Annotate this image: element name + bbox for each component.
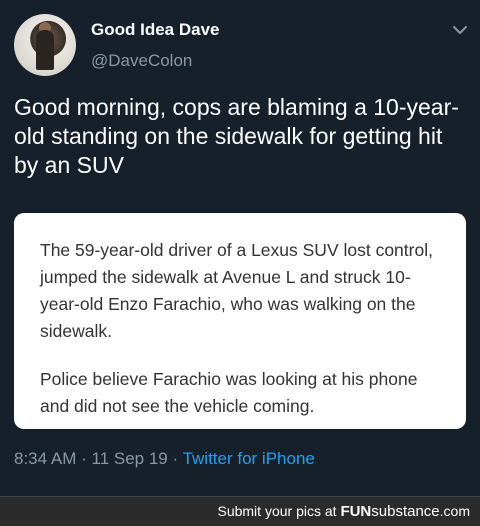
tweet-source-link[interactable]: Twitter for iPhone <box>183 449 315 468</box>
tweet-meta: 8:34 AM · 11 Sep 19 · Twitter for iPhone <box>14 449 315 469</box>
brand-fun: FUN <box>340 503 372 520</box>
meta-separator: · <box>172 449 183 468</box>
tweet-time[interactable]: 8:34 AM <box>14 449 76 468</box>
watermark-footer: Submit your pics at FUNsubstance.com <box>0 497 480 526</box>
tweet: Good Idea Dave @DaveColon Good morning, … <box>0 0 480 497</box>
submit-text: Submit your pics at <box>217 503 337 519</box>
card-paragraph-1: The 59-year-old driver of a Lexus SUV lo… <box>40 240 433 341</box>
avatar-figure <box>36 30 54 70</box>
avatar[interactable] <box>14 14 76 76</box>
author-name[interactable]: Good Idea Dave <box>91 20 219 40</box>
meta-separator: · <box>81 449 92 468</box>
author-handle[interactable]: @DaveColon <box>91 51 192 71</box>
card-paragraph-2: Police believe Farachio was looking at h… <box>40 369 418 416</box>
brand-tld: .com <box>439 503 470 519</box>
footer-text: Submit your pics at FUNsubstance.com <box>217 503 470 520</box>
brand-substance: substance <box>371 503 440 520</box>
tweet-text: Good morning, cops are blaming a 10-year… <box>14 94 459 178</box>
chevron-down-icon[interactable] <box>450 20 470 40</box>
quoted-image-card[interactable]: The 59-year-old driver of a Lexus SUV lo… <box>14 213 466 429</box>
tweet-date[interactable]: 11 Sep 19 <box>92 449 168 468</box>
